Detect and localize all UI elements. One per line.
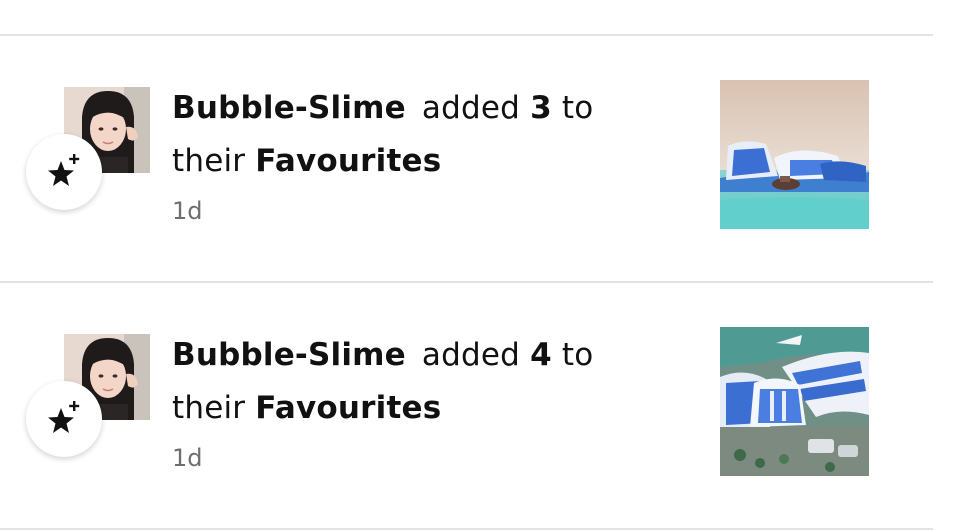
username-link[interactable]: Bubble-Slime xyxy=(172,337,406,373)
star-plus-icon xyxy=(48,401,80,433)
favourite-badge xyxy=(26,134,102,210)
notification-text-line2: their Favourites xyxy=(172,139,441,183)
notification-text-line2: their Favourites xyxy=(172,386,441,430)
timestamp: 1d xyxy=(172,197,203,225)
username-link[interactable]: Bubble-Slime xyxy=(172,90,406,126)
bottom-divider xyxy=(0,528,933,530)
action-suffix: to xyxy=(561,337,594,373)
collection-link[interactable]: Favourites xyxy=(255,390,441,426)
item-count: 4 xyxy=(530,337,552,373)
notification-item[interactable]: Bubble-Slime added 3 to their Favourites … xyxy=(0,36,960,282)
thumbnail-image[interactable] xyxy=(720,327,869,476)
action-text: added xyxy=(421,90,521,126)
notification-text-line1: Bubble-Slime added 3 to xyxy=(172,86,593,130)
notification-item[interactable]: Bubble-Slime added 4 to their Favourites … xyxy=(0,283,960,529)
action-suffix: to xyxy=(561,90,594,126)
favourite-badge xyxy=(26,381,102,457)
item-count: 3 xyxy=(530,90,552,126)
possessive-text: their xyxy=(172,390,246,426)
possessive-text: their xyxy=(172,143,246,179)
thumbnail-image[interactable] xyxy=(720,80,869,229)
star-plus-icon xyxy=(48,154,80,186)
collection-link[interactable]: Favourites xyxy=(255,143,441,179)
notification-text-line1: Bubble-Slime added 4 to xyxy=(172,333,593,377)
action-text: added xyxy=(421,337,521,373)
timestamp: 1d xyxy=(172,444,203,472)
